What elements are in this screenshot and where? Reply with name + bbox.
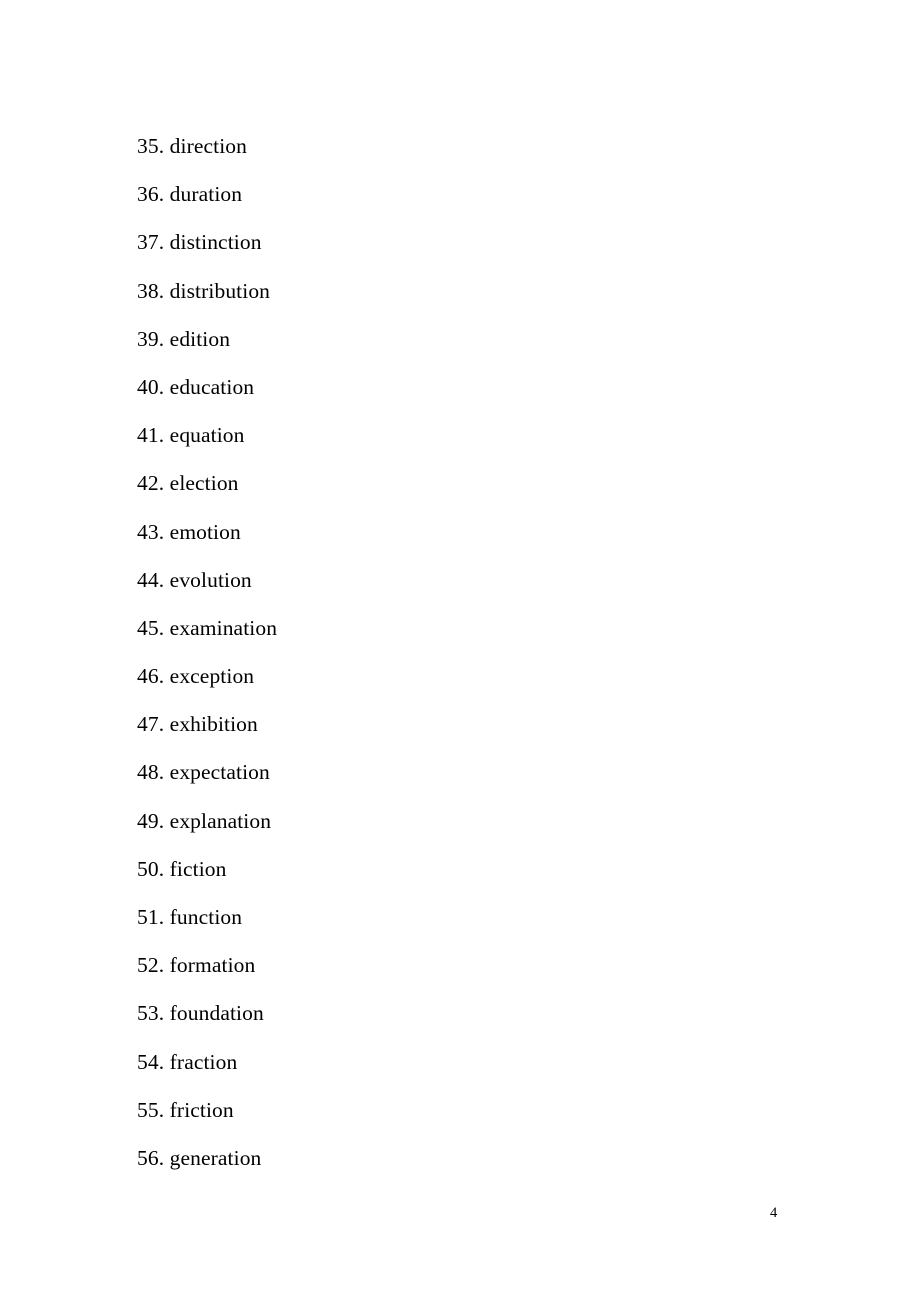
list-item-number: 50. — [137, 856, 165, 881]
list-item-word: distribution — [169, 278, 271, 303]
list-item-word: education — [169, 374, 255, 399]
numbered-word-list: 35. direction 36. duration 37. distincti… — [137, 122, 777, 1182]
list-item: 40. education — [137, 363, 777, 411]
list-item-number: 41. — [137, 423, 165, 448]
list-item: 49. explanation — [137, 797, 777, 845]
list-item-word: friction — [169, 1097, 234, 1122]
list-item-number: 40. — [137, 374, 165, 399]
list-item-word: function — [169, 905, 243, 929]
list-item-number: 55. — [137, 1097, 165, 1122]
list-item-number: 51. — [137, 905, 165, 929]
list-item-number: 45. — [137, 615, 165, 640]
list-item: 37. distinction — [137, 218, 777, 266]
list-item-number: 38. — [137, 278, 165, 303]
list-item-number: 48. — [137, 760, 165, 785]
list-item: 47. exhibition — [137, 700, 777, 748]
list-item: 52. formation — [137, 941, 777, 989]
list-item: 53. foundation — [137, 989, 777, 1037]
list-item: 38. distribution — [137, 267, 777, 315]
list-item: 41. equation — [137, 411, 777, 459]
page-number: 4 — [770, 1205, 778, 1221]
list-item: 39. edition — [137, 315, 777, 363]
list-item: 50. fiction — [137, 845, 777, 893]
list-item-word: duration — [169, 182, 243, 207]
list-item-word: election — [169, 471, 239, 496]
list-item-number: 37. — [137, 230, 165, 255]
list-item: 48. expectation — [137, 748, 777, 796]
list-item: 56. generation — [137, 1134, 777, 1182]
list-item-word: fraction — [169, 1049, 238, 1074]
list-item: 44. evolution — [137, 556, 777, 604]
list-item-word: formation — [169, 953, 256, 978]
list-item-word: foundation — [169, 1001, 264, 1026]
list-item-word: distinction — [169, 230, 262, 255]
list-item-word: expectation — [169, 760, 270, 785]
list-item-number: 54. — [137, 1049, 165, 1074]
list-item-number: 39. — [137, 326, 165, 351]
list-item-number: 43. — [137, 519, 165, 544]
list-item: 51. function — [137, 893, 777, 941]
list-item-number: 42. — [137, 471, 165, 496]
list-item-word: exception — [169, 664, 255, 689]
list-item: 55. friction — [137, 1086, 777, 1134]
list-item-number: 49. — [137, 808, 165, 833]
list-item-word: explanation — [169, 808, 272, 833]
list-item: 43. emotion — [137, 508, 777, 556]
list-item-number: 56. — [137, 1145, 165, 1170]
list-item-word: edition — [169, 326, 231, 351]
list-item: 35. direction — [137, 122, 777, 170]
list-item-word: exhibition — [169, 712, 258, 737]
list-item: 54. fraction — [137, 1038, 777, 1086]
document-page: 35. direction 36. duration 37. distincti… — [0, 0, 920, 1302]
list-item-word: fiction — [169, 856, 227, 881]
list-item-word: equation — [169, 423, 245, 448]
list-item-word: evolution — [169, 567, 252, 592]
list-item: 42. election — [137, 459, 777, 507]
list-item-word: direction — [169, 134, 247, 158]
list-item-number: 52. — [137, 953, 165, 978]
list-item-number: 36. — [137, 182, 165, 207]
list-item: 45. examination — [137, 604, 777, 652]
list-item-number: 46. — [137, 664, 165, 689]
list-item-word: emotion — [169, 519, 241, 544]
list-item-number: 35. — [137, 134, 165, 158]
list-item: 36. duration — [137, 170, 777, 218]
list-item-number: 47. — [137, 712, 165, 737]
list-item-word: generation — [169, 1145, 262, 1170]
list-item-number: 53. — [137, 1001, 165, 1026]
list-item-word: examination — [169, 615, 278, 640]
list-item-number: 44. — [137, 567, 165, 592]
list-item: 46. exception — [137, 652, 777, 700]
